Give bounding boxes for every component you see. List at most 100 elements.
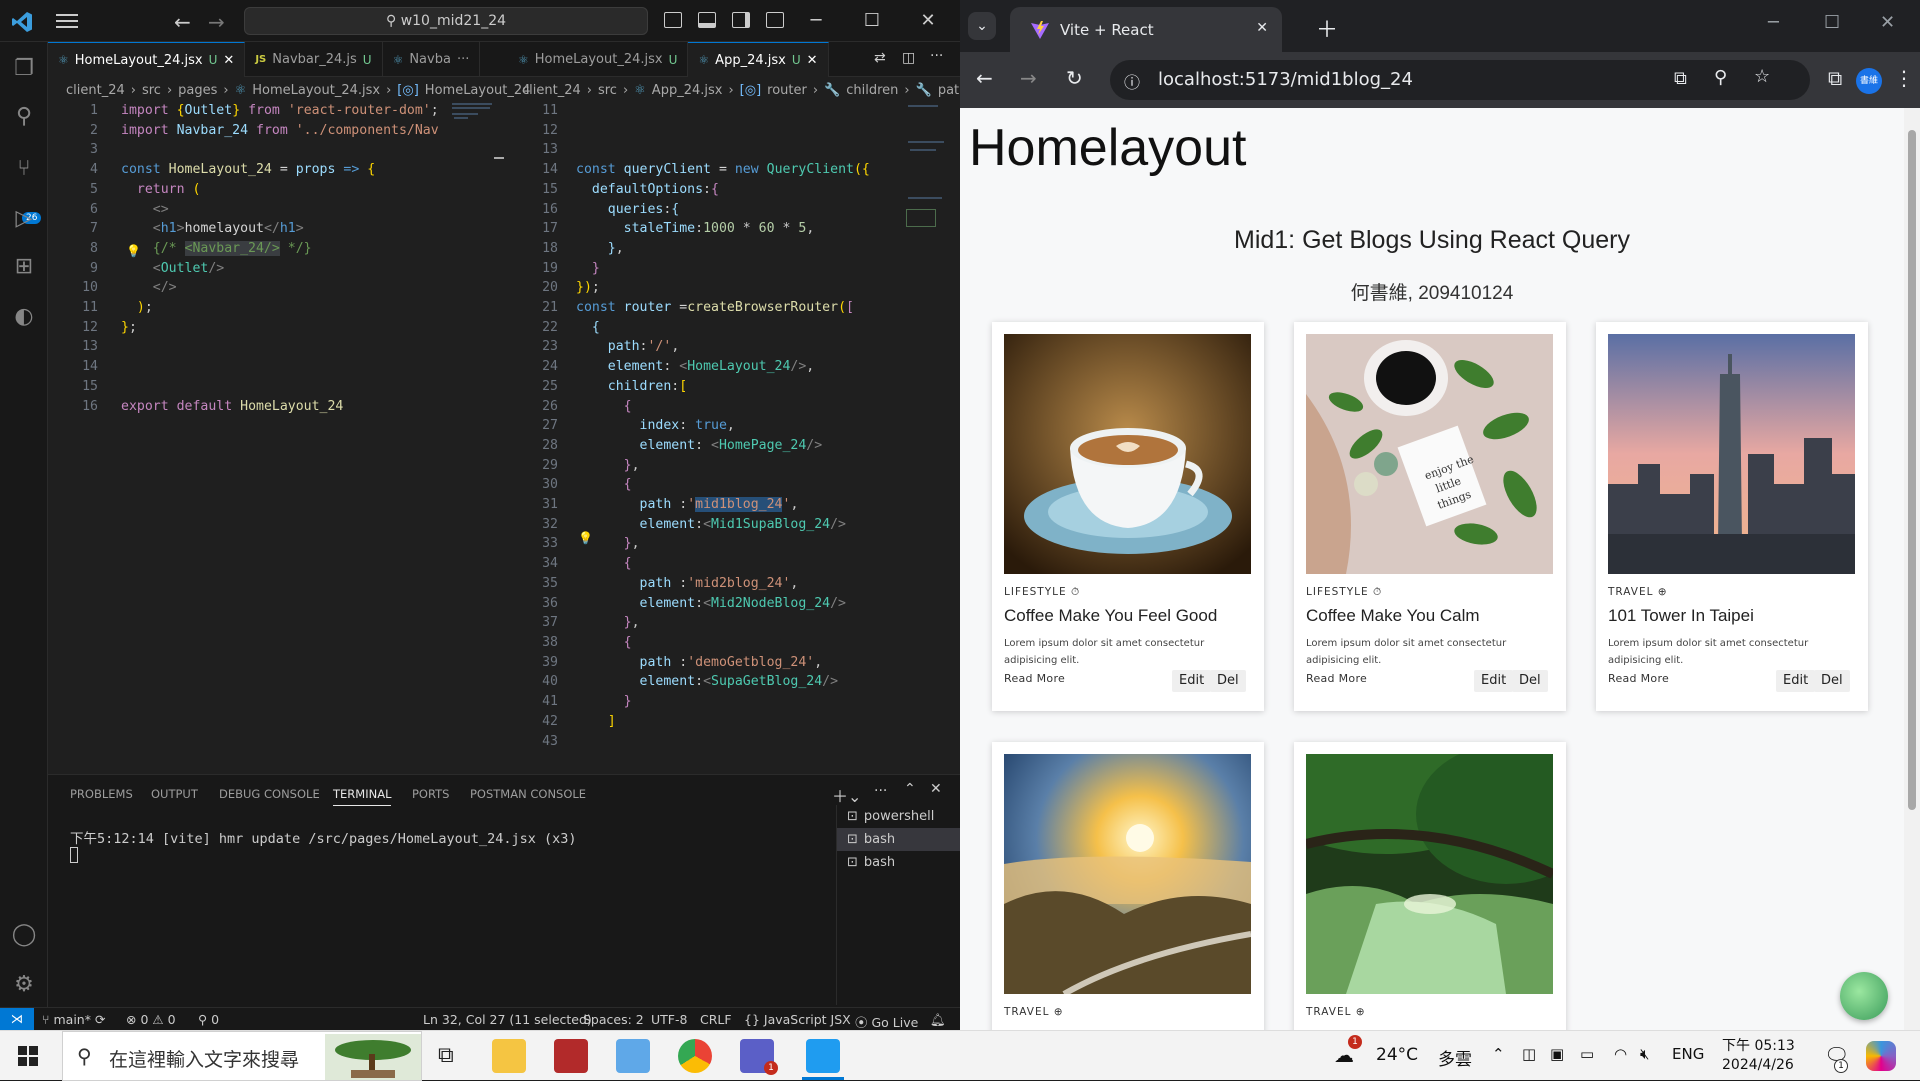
- bookmark-star-icon[interactable]: ☆: [1754, 66, 1770, 87]
- remote-icon[interactable]: ⋊: [0, 1008, 34, 1030]
- clock-time[interactable]: 下午 05:13: [1722, 1035, 1795, 1055]
- profile-avatar[interactable]: 書維: [1856, 68, 1882, 94]
- tab-homelayout-right[interactable]: ⚛ HomeLayout_24.jsx U: [508, 42, 689, 77]
- more-actions-icon[interactable]: ···: [874, 783, 887, 799]
- computer-app-icon[interactable]: [616, 1039, 650, 1073]
- read-more-link[interactable]: Read More: [1306, 672, 1367, 685]
- notifications-bell-icon[interactable]: 🔔︎: [930, 1012, 946, 1028]
- translate-icon[interactable]: ⧉: [1674, 68, 1687, 89]
- compare-icon[interactable]: ⇄: [874, 50, 886, 66]
- input-language[interactable]: ENG: [1672, 1045, 1704, 1063]
- minimize-icon[interactable]: ─: [1768, 12, 1779, 33]
- show-hidden-icons-icon[interactable]: ⌃: [1492, 1045, 1505, 1063]
- more-actions-icon[interactable]: ···: [930, 48, 943, 64]
- app-red-icon[interactable]: [554, 1039, 588, 1073]
- site-info-icon[interactable]: ⓘ: [1124, 69, 1140, 93]
- toggle-sidebar-icon[interactable]: [664, 12, 682, 28]
- tab-homelayout-left[interactable]: ⚛ HomeLayout_24.jsx U ✕: [48, 42, 246, 77]
- close-tab-icon[interactable]: ✕: [807, 53, 818, 68]
- command-center-search[interactable]: ⚲ w10_mid21_24: [244, 7, 648, 35]
- terminal-item-bash[interactable]: ⊡ bash: [837, 851, 960, 874]
- close-icon[interactable]: ✕: [918, 10, 938, 31]
- browser-tab[interactable]: Vite + React ✕: [1010, 7, 1282, 52]
- extensions-icon[interactable]: ⧉: [1828, 66, 1842, 90]
- close-icon[interactable]: ✕: [1880, 12, 1895, 33]
- indentation[interactable]: Spaces: 2: [583, 1012, 644, 1027]
- terminal-output[interactable]: 下午5:12:14 [vite] hmr update /src/pages/H…: [70, 827, 577, 847]
- taipei-101-image[interactable]: [1608, 334, 1855, 574]
- teams-icon[interactable]: 1: [740, 1039, 778, 1075]
- battery-icon[interactable]: ▭: [1580, 1045, 1594, 1063]
- delete-button[interactable]: Del: [1210, 670, 1246, 692]
- close-panel-icon[interactable]: ✕: [930, 781, 942, 797]
- code-editor-left[interactable]: 1 2 3 4 5 6 7 8 9 10 11 12 13 14 15 16 import {Outlet} …: [48, 101, 448, 767]
- sunrise-mountain-image[interactable]: [1004, 754, 1251, 994]
- forward-arrow-icon[interactable]: →: [208, 10, 225, 34]
- edit-button[interactable]: Edit: [1474, 670, 1514, 692]
- minimap-right[interactable]: [898, 101, 948, 767]
- account-icon[interactable]: ◯: [9, 920, 39, 950]
- split-editor-icon[interactable]: ◫: [902, 50, 915, 66]
- go-live[interactable]: ⦿ Go Live: [855, 1012, 918, 1031]
- edit-button[interactable]: Edit: [1172, 670, 1212, 692]
- problems-status[interactable]: ⊗ 0 ⚠ 0: [126, 1012, 176, 1027]
- chrome-menu-icon[interactable]: ⋮: [1894, 66, 1914, 90]
- run-debug-icon[interactable]: ▷: [9, 204, 39, 234]
- taskbar-search[interactable]: ⚲ 在這裡輸入文字來搜尋: [62, 1031, 422, 1081]
- encoding[interactable]: UTF-8: [651, 1012, 687, 1027]
- file-explorer-icon[interactable]: [492, 1039, 526, 1073]
- coffee-cup-image[interactable]: [1004, 334, 1251, 574]
- cursor-position[interactable]: Ln 32, Col 27 (11 selected): [423, 1012, 592, 1027]
- maximize-panel-icon[interactable]: ⌃: [904, 781, 916, 797]
- reload-icon[interactable]: ↻: [1066, 66, 1083, 90]
- search-icon[interactable]: ⚲: [9, 102, 39, 132]
- close-tab-icon[interactable]: ✕: [1256, 20, 1268, 36]
- lightbulb-icon[interactable]: 💡: [578, 529, 593, 549]
- read-more-link[interactable]: Read More: [1608, 672, 1669, 685]
- lightbulb-icon[interactable]: 💡: [126, 242, 141, 262]
- copilot-icon[interactable]: [1866, 1041, 1896, 1071]
- edit-button[interactable]: Edit: [1776, 670, 1816, 692]
- branch-status[interactable]: ⑂ main* ⟳: [42, 1012, 105, 1027]
- screen-icon[interactable]: ▣: [1550, 1045, 1564, 1063]
- zoom-icon[interactable]: ⚲: [1714, 67, 1727, 88]
- close-tab-icon[interactable]: ✕: [223, 53, 234, 68]
- tab-postman-console[interactable]: POSTMAN CONSOLE: [470, 787, 586, 801]
- customize-layout-icon[interactable]: [766, 12, 784, 28]
- menu-icon[interactable]: [56, 12, 78, 30]
- extensions-icon[interactable]: ⊞: [9, 252, 39, 282]
- delete-button[interactable]: Del: [1814, 670, 1850, 692]
- minimap-left[interactable]: [448, 101, 504, 767]
- language-mode[interactable]: {} JavaScript JSX: [744, 1012, 851, 1027]
- terminal-item-powershell[interactable]: ⊡ powershell: [837, 805, 960, 828]
- explorer-icon[interactable]: ❐: [9, 54, 39, 84]
- postman-icon[interactable]: ◐: [9, 302, 39, 332]
- back-icon[interactable]: ←: [976, 66, 993, 90]
- maximize-icon[interactable]: ☐: [862, 10, 882, 31]
- forest-river-image[interactable]: [1306, 754, 1553, 994]
- source-control-icon[interactable]: ⑂: [9, 154, 39, 184]
- floating-assistant-icon[interactable]: [1840, 972, 1888, 1020]
- page-scrollbar[interactable]: [1904, 108, 1920, 1030]
- wifi-icon[interactable]: ◠: [1614, 1045, 1627, 1063]
- tab-problems[interactable]: PROBLEMS: [70, 787, 133, 801]
- code-editor-right[interactable]: 11 12 13 14 15 16 17 18 19 20 21 22 23 24 25 26 27 28 29 30…: [508, 101, 898, 767]
- tab-ports[interactable]: PORTS: [412, 787, 449, 801]
- tab-terminal[interactable]: TERMINAL: [333, 787, 392, 806]
- settings-gear-icon[interactable]: ⚙: [9, 970, 39, 1000]
- delete-button[interactable]: Del: [1512, 670, 1548, 692]
- tab-debug-console[interactable]: DEBUG CONSOLE: [219, 787, 320, 801]
- toggle-panel-icon[interactable]: [698, 12, 716, 28]
- tab-search-icon[interactable]: ⌄: [968, 12, 996, 40]
- new-terminal-icon[interactable]: ＋⌄: [832, 783, 861, 807]
- terminal-item-bash[interactable]: ⊡ bash: [837, 828, 960, 851]
- line-ending[interactable]: CRLF: [700, 1012, 732, 1027]
- tab-output[interactable]: OUTPUT: [151, 787, 198, 801]
- clock-date[interactable]: 2024/4/26: [1722, 1057, 1794, 1073]
- tab-app[interactable]: ⚛ App_24.jsx U ✕: [688, 42, 829, 77]
- meet-now-icon[interactable]: ◫: [1522, 1045, 1536, 1063]
- back-arrow-icon[interactable]: ←: [174, 10, 191, 34]
- forward-icon[interactable]: →: [1020, 66, 1037, 90]
- vscode-taskbar-icon[interactable]: [806, 1039, 840, 1073]
- task-view-icon[interactable]: ⧉: [438, 1043, 454, 1068]
